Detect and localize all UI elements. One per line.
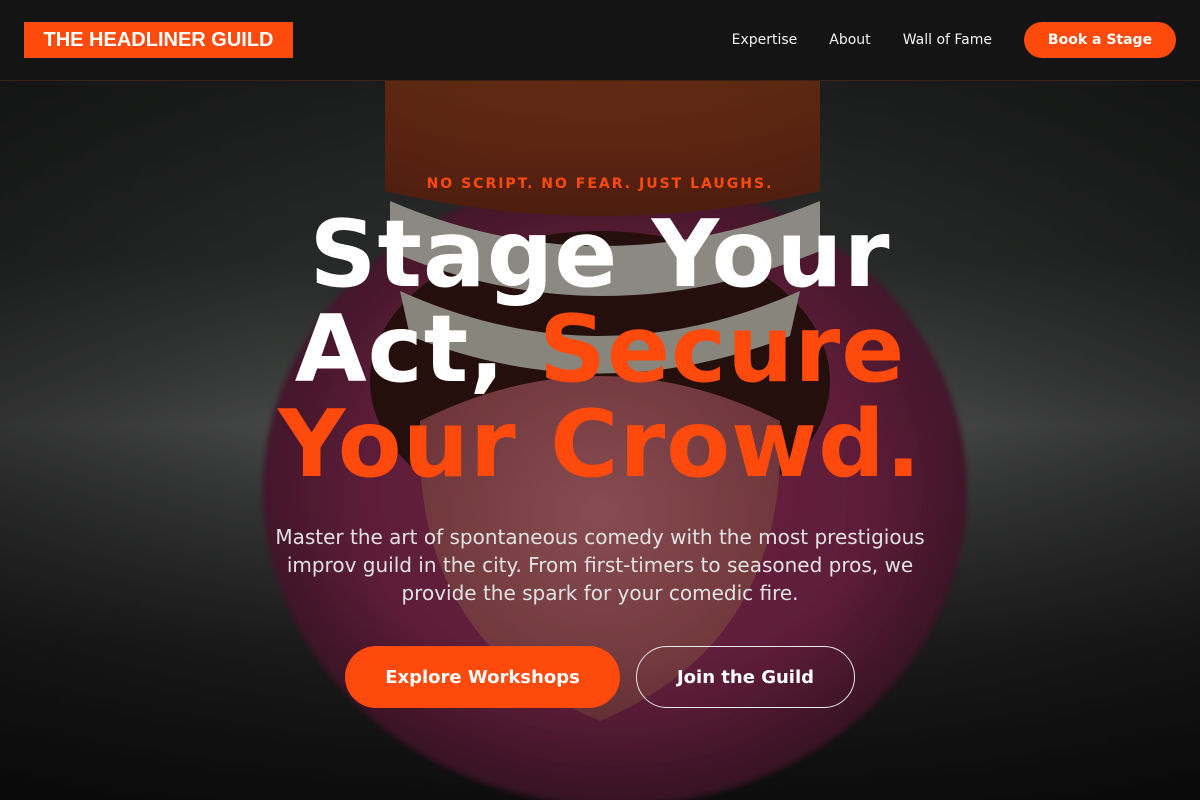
page: THE HEADLINER GUILD Expertise About Wall… <box>0 0 1200 800</box>
hero-content: NO SCRIPT. NO FEAR. JUST LAUGHS. Stage Y… <box>0 81 1200 800</box>
logo[interactable]: THE HEADLINER GUILD <box>24 22 293 58</box>
headline-line-3: Your Crowd. <box>278 390 922 498</box>
hero-eyebrow: NO SCRIPT. NO FEAR. JUST LAUGHS. <box>426 176 774 192</box>
headline-line-2: Act, Secure <box>0 302 1200 397</box>
book-a-stage-button[interactable]: Book a Stage <box>1024 22 1176 58</box>
headline-line-2-white: Act, <box>294 295 539 403</box>
headline-line-2-accent: Secure <box>538 295 906 403</box>
explore-workshops-button[interactable]: Explore Workshops <box>345 646 620 708</box>
top-nav: THE HEADLINER GUILD Expertise About Wall… <box>0 0 1200 81</box>
nav-link-wall-of-fame[interactable]: Wall of Fame <box>903 32 992 48</box>
hero-subtitle: Master the art of spontaneous comedy wit… <box>275 525 925 605</box>
join-the-guild-button[interactable]: Join the Guild <box>636 646 855 708</box>
nav-link-about[interactable]: About <box>829 32 870 48</box>
nav-links: Expertise About Wall of Fame Book a Stag… <box>732 22 1176 58</box>
hero-section: NO SCRIPT. NO FEAR. JUST LAUGHS. Stage Y… <box>0 81 1200 800</box>
hero-headline: Stage Your Act, Secure Your Crowd. <box>0 207 1200 492</box>
headline-line-1: Stage Your <box>309 200 891 308</box>
nav-link-expertise[interactable]: Expertise <box>732 32 798 48</box>
hero-cta-row: Explore Workshops Join the Guild <box>0 646 1200 708</box>
